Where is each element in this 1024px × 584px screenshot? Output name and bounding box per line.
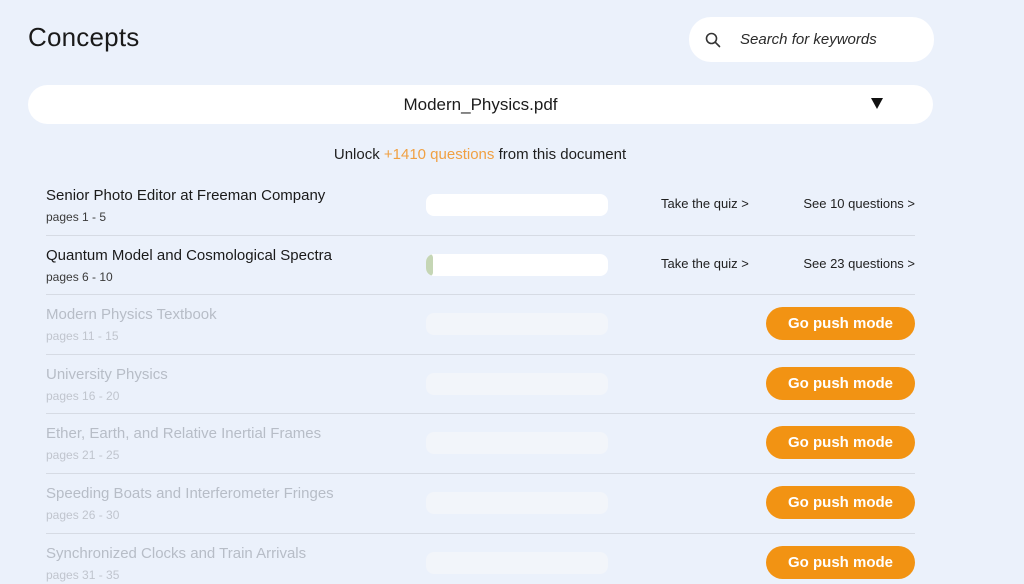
take-quiz-link[interactable]: Take the quiz > [661, 256, 749, 271]
progress-bar [426, 432, 608, 455]
progress-bar [426, 194, 608, 216]
unlock-suffix: from this document [494, 146, 627, 163]
concept-row: Quantum Model and Cosmological Spectra pa… [46, 236, 915, 296]
concept-row: Synchronized Clocks and Train Arrivals pa… [46, 534, 915, 584]
concept-pages: pages 11 - 15 [46, 329, 119, 344]
progress-bar [426, 372, 608, 395]
document-name: Modern_Physics.pdf [403, 94, 558, 114]
progress-bar [426, 313, 608, 336]
concept-row: Speeding Boats and Interferometer Fringe… [46, 474, 915, 534]
unlock-message: Unlock +1410 questions from this documen… [0, 146, 960, 163]
go-push-mode-button[interactable]: Go push mode [766, 426, 915, 460]
concept-pages: pages 16 - 20 [46, 388, 120, 403]
go-push-mode-button[interactable]: Go push mode [766, 366, 915, 400]
see-questions-link[interactable]: See 23 questions > [803, 256, 915, 271]
concept-pages: pages 6 - 10 [46, 269, 113, 284]
progress-fill [426, 253, 434, 276]
take-quiz-link[interactable]: Take the quiz > [661, 196, 749, 211]
concept-name: Speeding Boats and Interferometer Fringe… [46, 484, 334, 502]
search-box[interactable] [689, 17, 934, 62]
go-push-mode-button[interactable]: Go push mode [766, 307, 915, 341]
see-questions-link[interactable]: See 10 questions > [803, 196, 915, 211]
concept-row: Senior Photo Editor at Freeman Company pa… [46, 176, 915, 236]
search-icon[interactable] [705, 32, 721, 48]
concept-pages: pages 31 - 35 [46, 567, 120, 582]
concept-name[interactable]: Quantum Model and Cosmological Spectra [46, 247, 332, 264]
concept-pages: pages 1 - 5 [46, 210, 107, 224]
progress-bar [426, 551, 608, 574]
concepts-page: Concepts Modern_Physics.pdf Unlock +1410… [0, 0, 1024, 584]
concept-name: Synchronized Clocks and Train Arrivals [46, 544, 307, 562]
concept-row: University Physics pages 16 - 20 Go push m… [46, 355, 915, 415]
unlock-question-count[interactable]: +1410 questions [384, 146, 495, 163]
progress-bar [426, 491, 608, 514]
concept-name: Modern Physics Textbook [46, 306, 217, 324]
go-push-mode-button[interactable]: Go push mode [766, 545, 915, 579]
progress-bar [426, 253, 608, 276]
concept-row: Ether, Earth, and Relative Inertial Fram… [46, 414, 915, 474]
unlock-prefix: Unlock [333, 146, 384, 163]
concept-name: University Physics [46, 365, 168, 383]
concept-name: Ether, Earth, and Relative Inertial Fram… [46, 425, 322, 443]
document-select[interactable]: Modern_Physics.pdf [28, 85, 933, 124]
concept-list: Senior Photo Editor at Freeman Company pa… [46, 176, 915, 584]
search-input[interactable] [740, 31, 910, 48]
caret-down-icon[interactable] [871, 98, 883, 109]
concept-pages: pages 26 - 30 [46, 507, 120, 522]
concept-row: Modern Physics Textbook pages 11 - 15 Go p… [46, 295, 915, 355]
go-push-mode-button[interactable]: Go push mode [766, 485, 915, 519]
concept-name[interactable]: Senior Photo Editor at Freeman Company [46, 187, 325, 204]
concept-pages: pages 21 - 25 [46, 448, 120, 463]
page-title: Concepts [28, 22, 140, 52]
